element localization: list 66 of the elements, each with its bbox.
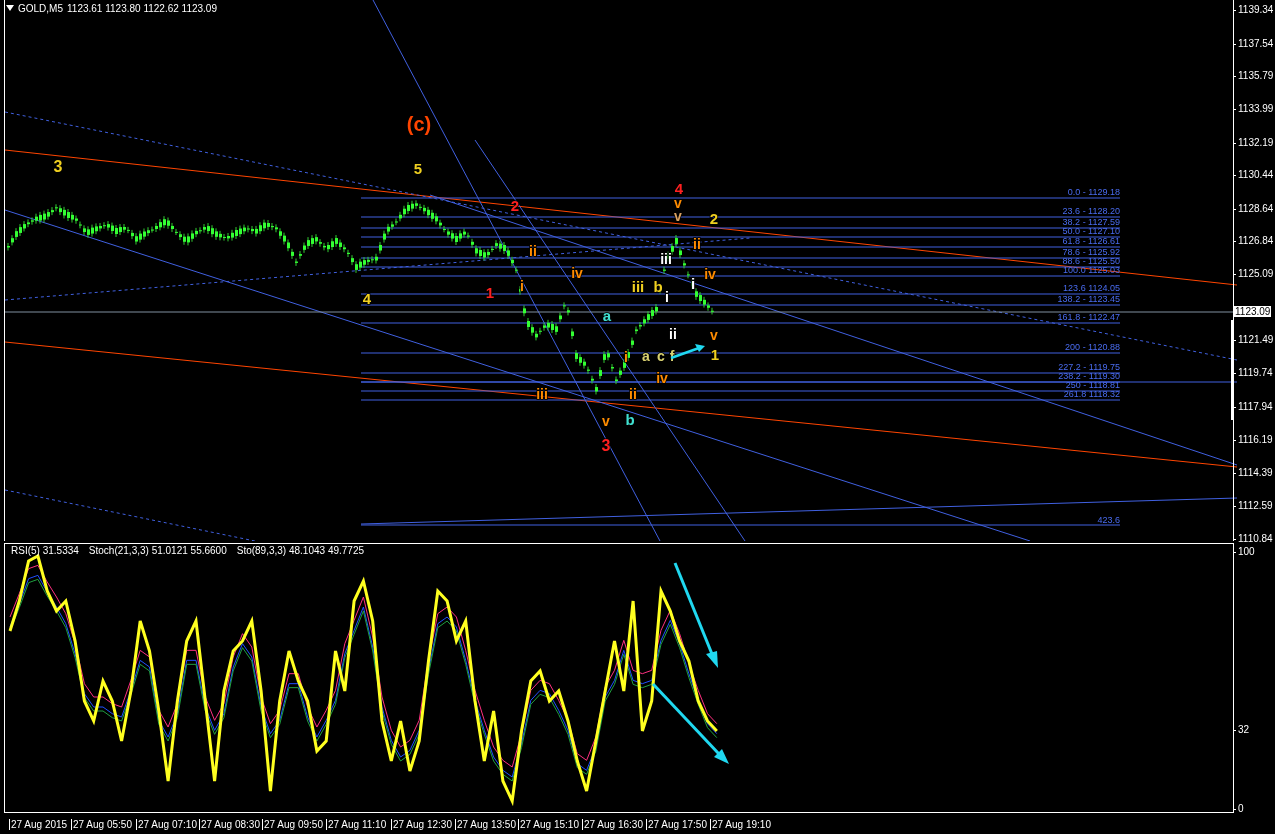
- wave-label: a: [642, 348, 650, 364]
- wave-label: iv: [571, 265, 583, 281]
- time-axis-label: 27 Aug 16:30: [582, 819, 643, 830]
- wave-label: ii: [693, 236, 701, 252]
- dropdown-arrow-icon[interactable]: [6, 5, 14, 11]
- time-axis-label: 27 Aug 11:10: [326, 819, 387, 830]
- time-axis-label: 27 Aug 08:30: [199, 819, 260, 830]
- wave-label: b: [653, 278, 663, 295]
- wave-label: 5: [413, 160, 423, 177]
- time-axis-label: 27 Aug 05:50: [71, 819, 132, 830]
- wave-label: i: [665, 289, 669, 305]
- fibonacci-level-label: 161.8 - 1122.47: [1057, 312, 1120, 322]
- wave-label: i: [690, 275, 696, 292]
- wave-label: v: [602, 413, 610, 429]
- time-axis-label: 27 Aug 19:10: [710, 819, 771, 830]
- wave-label: 1: [710, 346, 720, 363]
- current-price-label: 1123.09: [1234, 306, 1272, 317]
- wave-label: 4: [674, 180, 684, 197]
- indicator-label: Sto(89,3,3) 48.1043 49.7725: [236, 545, 365, 556]
- fibonacci-level-label: 423.6: [1097, 515, 1120, 525]
- indicator-label: Stoch(21,3,3) 51.0121 55.6600: [88, 545, 227, 556]
- time-axis-label: 27 Aug 12:30: [391, 819, 452, 830]
- fibonacci-level-label: 200 - 1120.88: [1065, 342, 1120, 352]
- wave-label: ii: [529, 243, 537, 259]
- wave-label: iv: [704, 266, 716, 282]
- indicator-label: RSI(5) 31.5334: [11, 545, 79, 556]
- wave-label: iii: [631, 278, 645, 295]
- fibonacci-level-label: 261.8 1118.32: [1063, 389, 1120, 399]
- wave-label: (c): [406, 113, 432, 135]
- wave-label: ii: [629, 386, 637, 402]
- fibonacci-level-label: 238.2 - 1119.30: [1058, 371, 1120, 381]
- time-axis-label: 27 Aug 07:10: [136, 819, 197, 830]
- wave-label: 3: [601, 437, 611, 454]
- fibonacci-level-label: 138.2 - 1123.45: [1057, 294, 1120, 304]
- wave-label: 1: [485, 284, 495, 301]
- wave-label: i: [624, 349, 628, 365]
- fibonacci-level-label: 23.6 - 1128.20: [1062, 206, 1120, 216]
- wave-label: 2: [709, 210, 719, 227]
- time-axis-label: 27 Aug 13:50: [455, 819, 516, 830]
- fibonacci-level-label: 78.6 - 1125.92: [1062, 247, 1120, 257]
- chart-symbol: GOLD,M5: [18, 2, 63, 14]
- time-axis-label: 27 Aug 15:10: [518, 819, 579, 830]
- wave-label: iii: [660, 251, 672, 267]
- wave-label: ii: [669, 326, 677, 342]
- wave-label: v: [674, 208, 682, 224]
- fibonacci-level-label: 0.0 - 1129.18: [1067, 187, 1120, 197]
- wave-label: 3: [53, 158, 63, 175]
- wave-label: 4: [362, 290, 372, 307]
- fibonacci-level-label: 88.6 - 1125.50: [1062, 256, 1120, 266]
- ohlc-values: 1123.61 1123.80 1122.62 1123.09: [67, 2, 217, 14]
- wave-label: a: [602, 307, 612, 324]
- fibonacci-level-label: 50.0 - 1127.10: [1062, 226, 1120, 236]
- fibonacci-level-label: 227.2 - 1119.75: [1058, 362, 1120, 372]
- fibonacci-level-label: 38.2 - 1127.59: [1062, 217, 1120, 227]
- time-axis-label: 27 Aug 2015: [9, 819, 68, 830]
- fibonacci-level-label: 61.8 - 1126.61: [1062, 236, 1120, 246]
- time-axis-label: 27 Aug 09:50: [262, 819, 323, 830]
- time-axis-label: 27 Aug 17:50: [646, 819, 707, 830]
- wave-label: b: [625, 411, 635, 428]
- fibonacci-level-label: 250 - 1118.81: [1065, 380, 1120, 390]
- wave-label: i: [520, 278, 524, 294]
- wave-label: c: [657, 348, 665, 364]
- fibonacci-level-label: 123.6 1124.05: [1063, 283, 1120, 293]
- arrow-icon: [670, 344, 705, 360]
- wave-label: v: [710, 327, 718, 343]
- wave-label: v: [674, 195, 682, 211]
